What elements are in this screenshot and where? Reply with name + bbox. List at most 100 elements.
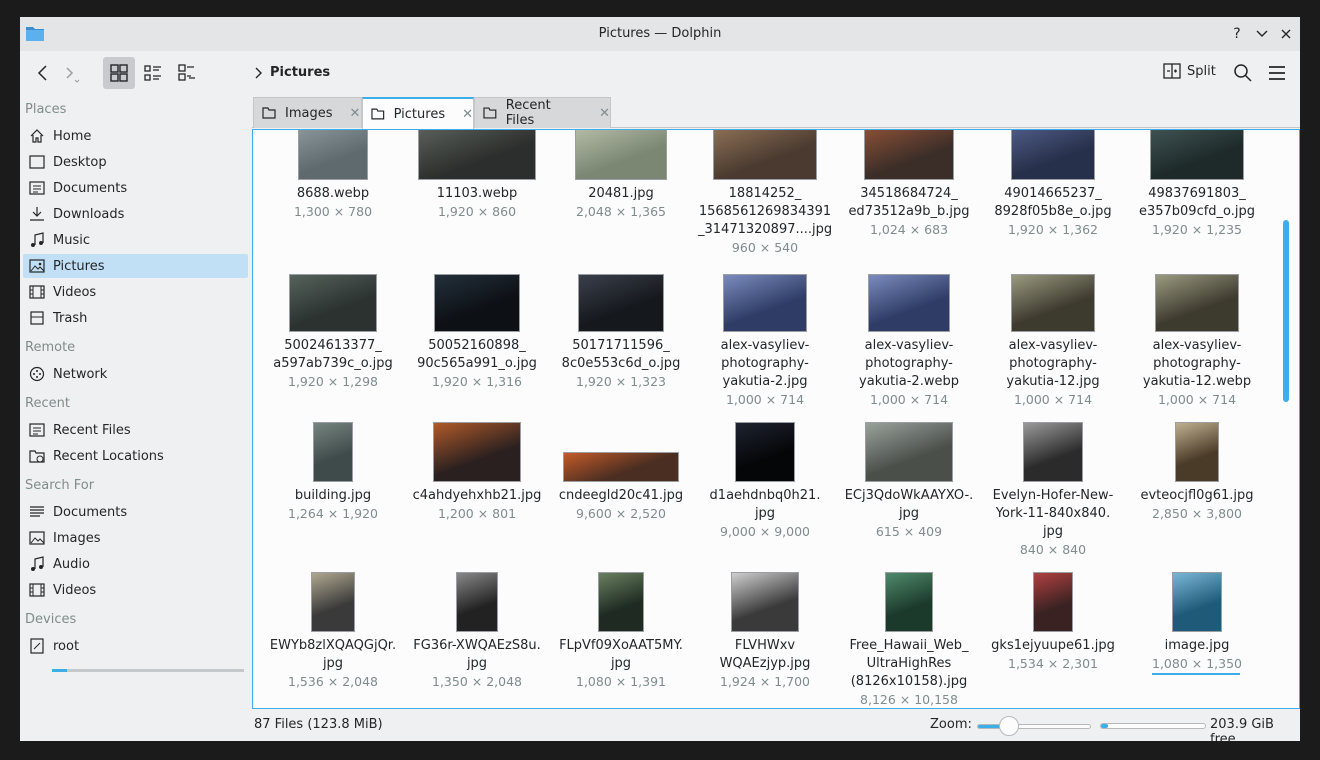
close-button[interactable] <box>1276 24 1296 44</box>
tab-recent-files[interactable]: Recent Files ✕ <box>474 97 611 128</box>
file-item[interactable]: gks1ejyuupe61.jpg 1,534 × 2,301 <box>986 637 1120 673</box>
thumbnail-image[interactable] <box>1155 274 1239 332</box>
sidebar-item-trash[interactable]: Trash <box>23 306 248 330</box>
thumbnail-image[interactable] <box>433 422 521 482</box>
close-tab-icon[interactable]: ✕ <box>350 106 361 121</box>
details-view-button[interactable] <box>137 57 169 89</box>
file-item[interactable]: EWYb8zlXQAQGjQr. jpg 1,536 × 2,048 <box>266 637 400 691</box>
file-item[interactable]: 50171711596_ 8c0e553c6d_o.jpg 1,920 × 1,32… <box>554 337 688 391</box>
file-name: EWYb8zlXQAQGjQr. <box>269 638 397 653</box>
sidebar-item-music[interactable]: Music <box>23 228 248 252</box>
file-item[interactable]: 50052160898_ 90c565a991_o.jpg 1,920 × 1,31… <box>410 337 544 391</box>
compact-view-button[interactable] <box>171 57 203 89</box>
back-button[interactable] <box>32 61 56 85</box>
thumbnail-image[interactable] <box>731 572 799 632</box>
sidebar-item-search-documents[interactable]: Documents <box>23 500 248 524</box>
file-item[interactable]: 50024613377_ a597ab739c_o.jpg 1,920 × 1,29… <box>266 337 400 391</box>
breadcrumb-current[interactable]: Pictures <box>270 65 330 80</box>
thumbnail-image[interactable] <box>313 422 353 482</box>
file-item[interactable]: 34518684724_ ed73512a9b_b.jpg 1,024 × 683 <box>842 185 976 239</box>
sidebar-item-network[interactable]: Network <box>23 362 248 386</box>
file-item[interactable]: FG36r-XWQAEzS8u. jpg 1,350 × 2,048 <box>410 637 544 691</box>
zoom-slider[interactable] <box>977 724 1091 729</box>
file-item[interactable]: alex-vasyliev-photography-yakutia-12.jpg… <box>986 337 1120 409</box>
thumbnail-image[interactable] <box>311 572 355 632</box>
sidebar-item-search-audio[interactable]: Audio <box>23 552 248 576</box>
close-tab-icon[interactable]: ✕ <box>462 107 473 122</box>
sidebar-item-home[interactable]: Home <box>23 124 248 148</box>
thumbnail-image[interactable] <box>713 130 817 180</box>
tab-images[interactable]: Images ✕ <box>253 97 362 128</box>
file-item[interactable]: image.jpg 1,080 × 1,350 <box>1130 637 1264 673</box>
vertical-scrollbar[interactable] <box>1283 220 1289 402</box>
minimize-button[interactable] <box>1252 24 1272 44</box>
thumbnail-image[interactable] <box>456 572 498 632</box>
split-button[interactable]: Split <box>1163 62 1216 80</box>
file-item[interactable]: c4ahdyehxhb21.jpg 1,200 × 801 <box>410 487 544 523</box>
thumbnail-image[interactable] <box>1011 130 1095 180</box>
sidebar-item-recent-files[interactable]: Recent Files <box>23 418 248 442</box>
file-name: jpg <box>898 506 920 521</box>
thumbnail-image[interactable] <box>723 274 807 332</box>
file-item[interactable]: 20481.jpg 2,048 × 1,365 <box>554 185 688 221</box>
help-button[interactable]: ? <box>1227 24 1247 44</box>
sidebar-item-pictures[interactable]: Pictures <box>23 254 248 278</box>
file-item[interactable]: FLpVf09XoAAT5MY. jpg 1,080 × 1,391 <box>554 637 688 691</box>
forward-button[interactable] <box>58 61 82 85</box>
thumbnail-image[interactable] <box>1023 422 1083 482</box>
tab-pictures[interactable]: Pictures ✕ <box>362 97 474 129</box>
close-tab-icon[interactable]: ✕ <box>599 106 610 121</box>
file-item[interactable]: 49014665237_ 8928f05b8e_o.jpg 1,920 × 1,36… <box>986 185 1120 239</box>
file-item[interactable]: building.jpg 1,264 × 1,920 <box>266 487 400 523</box>
thumbnail-image[interactable] <box>434 274 520 332</box>
file-item[interactable]: alex-vasyliev-photography-yakutia-2.webp… <box>842 337 976 409</box>
sidebar-item-search-videos[interactable]: Videos <box>23 578 248 602</box>
zoom-slider-handle[interactable] <box>999 716 1019 736</box>
file-view[interactable]: 8688.webp 1,300 × 780 11103.webp 1,920 × 86… <box>252 129 1300 709</box>
drive-icon <box>30 638 44 654</box>
file-item[interactable]: 8688.webp 1,300 × 780 <box>266 185 400 221</box>
sidebar-item-root[interactable]: root <box>23 634 248 658</box>
sidebar-item-desktop[interactable]: Desktop <box>23 150 248 174</box>
thumbnail-image[interactable] <box>864 130 954 180</box>
thumbnail-image[interactable] <box>563 452 679 482</box>
thumbnail-image[interactable] <box>1175 422 1219 482</box>
file-item[interactable]: alex-vasyliev-photography-yakutia-12.web… <box>1130 337 1264 409</box>
file-item[interactable]: ECj3QdoWkAAYXO-. jpg 615 × 409 <box>842 487 976 541</box>
file-item[interactable]: d1aehdnbq0h21. jpg 9,000 × 9,000 <box>698 487 832 541</box>
file-item[interactable]: 49837691803_ e357b09cfd_o.jpg 1,920 × 1,23… <box>1130 185 1264 239</box>
file-item[interactable]: Free_Hawaii_Web_ UltraHighRes (8126x10158)… <box>842 637 976 708</box>
file-name: 50024613377_ <box>284 338 382 353</box>
file-item[interactable]: 11103.webp 1,920 × 860 <box>410 185 544 221</box>
thumbnail-image[interactable] <box>735 422 795 482</box>
file-item[interactable]: FLVHWxv WQAEzjyp.jpg 1,924 × 1,700 <box>698 637 832 691</box>
thumbnail-image[interactable] <box>289 274 377 332</box>
thumbnail-image[interactable] <box>418 130 536 180</box>
thumbnail-image[interactable] <box>575 130 667 180</box>
thumbnail-image[interactable] <box>1150 130 1244 180</box>
sidebar-item-documents[interactable]: Documents <box>23 176 248 200</box>
sidebar-item-videos[interactable]: Videos <box>23 280 248 304</box>
thumbnail-image[interactable] <box>578 274 664 332</box>
breadcrumb[interactable]: Pictures <box>254 65 330 80</box>
thumbnail-image[interactable] <box>1172 572 1222 632</box>
thumbnail-image[interactable] <box>598 572 644 632</box>
sidebar-item-search-images[interactable]: Images <box>23 526 248 550</box>
sidebar-item-downloads[interactable]: Downloads <box>23 202 248 226</box>
file-item[interactable]: evteocjfl0g61.jpg 2,850 × 3,800 <box>1130 487 1264 523</box>
sidebar-item-recent-locations[interactable]: Recent Locations <box>23 444 248 468</box>
search-button[interactable] <box>1233 63 1253 83</box>
file-item[interactable]: Evelyn-Hofer-New- York-11-840x840. jpg 840 … <box>986 487 1120 559</box>
thumbnail-image[interactable] <box>868 274 950 332</box>
thumbnail-image[interactable] <box>298 130 368 180</box>
thumbnail-image[interactable] <box>885 572 933 632</box>
file-name: jpg <box>754 506 776 521</box>
thumbnail-image[interactable] <box>865 422 953 482</box>
file-item[interactable]: alex-vasyliev-photography-yakutia-2.jpg 1… <box>698 337 832 409</box>
file-item[interactable]: 18814252_ 1568561269834391 _31471320897...… <box>698 185 832 257</box>
thumbnail-image[interactable] <box>1011 274 1095 332</box>
file-item[interactable]: cndeegld20c41.jpg 9,600 × 2,520 <box>554 487 688 523</box>
icons-view-button[interactable] <box>103 57 135 89</box>
thumbnail-image[interactable] <box>1033 572 1073 632</box>
main-menu-button[interactable] <box>1267 63 1287 83</box>
